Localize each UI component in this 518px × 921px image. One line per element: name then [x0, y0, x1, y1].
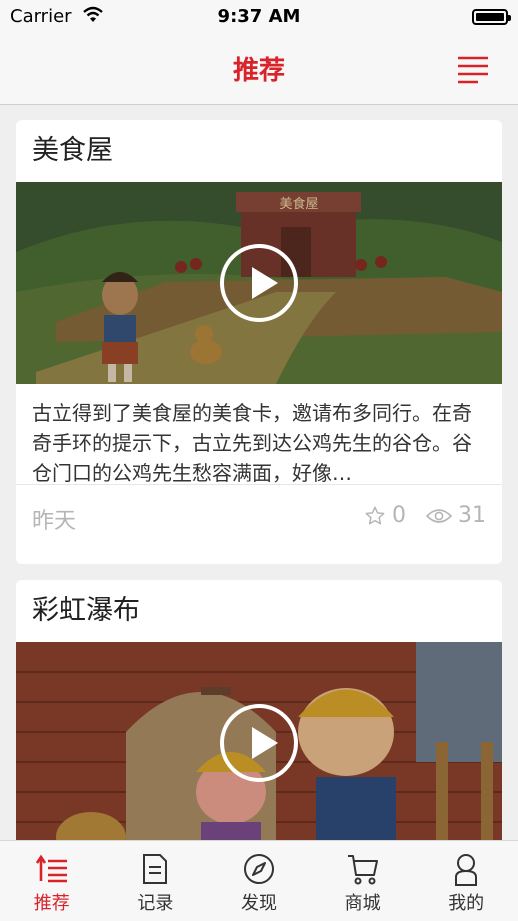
tab-profile[interactable]: 我的 [414, 841, 518, 921]
card-date: 昨天 [32, 509, 77, 534]
status-time: 9:37 AM [217, 6, 301, 27]
record-icon [143, 854, 168, 884]
cart-icon [347, 855, 378, 885]
tab-discover[interactable]: 发现 [207, 841, 311, 921]
tab-label: 商城 [344, 893, 381, 914]
tab-recommend[interactable]: 推荐 [0, 841, 104, 921]
navigation-bar: 推荐 [0, 34, 518, 105]
video-thumbnail[interactable]: 美食屋 [16, 182, 502, 384]
card-title: 彩虹瀑布 [32, 595, 140, 626]
page-title: 推荐 [232, 56, 285, 86]
tab-record[interactable]: 记录 [104, 841, 208, 921]
views-count: 31 [458, 503, 486, 528]
card-stats: 0 31 [364, 503, 486, 528]
battery-icon [472, 9, 511, 25]
card-title: 美食屋 [32, 135, 113, 166]
favorites-count: 0 [392, 503, 406, 528]
play-button[interactable] [220, 704, 298, 782]
star-icon[interactable] [364, 505, 386, 527]
menu-lines-icon[interactable] [456, 54, 490, 84]
tab-store[interactable]: 商城 [311, 841, 415, 921]
play-button[interactable] [220, 244, 298, 322]
tab-label: 发现 [240, 893, 277, 914]
profile-icon [455, 854, 478, 886]
video-card[interactable]: 美食屋 美食屋 古立得到了美食屋的美食卡，邀请布 [16, 120, 502, 564]
tab-label: 推荐 [33, 893, 70, 914]
tab-bar: 推荐 记录 发现 商城 我的 [0, 840, 518, 921]
compass-icon [243, 854, 274, 884]
card-footer: 昨天 0 31 [16, 484, 502, 549]
tab-label: 我的 [448, 893, 485, 914]
tab-label: 记录 [137, 893, 174, 914]
video-card[interactable]: 彩虹瀑布 [16, 580, 502, 880]
eye-icon [426, 508, 452, 523]
status-bar: Carrier 9:37 AM [0, 0, 518, 34]
card-description: 古立得到了美食屋的美食卡，邀请布多同行。在奇奇手环的提示下，古立先到达公鸡先生的… [32, 401, 472, 484]
recommend-icon [35, 854, 67, 883]
